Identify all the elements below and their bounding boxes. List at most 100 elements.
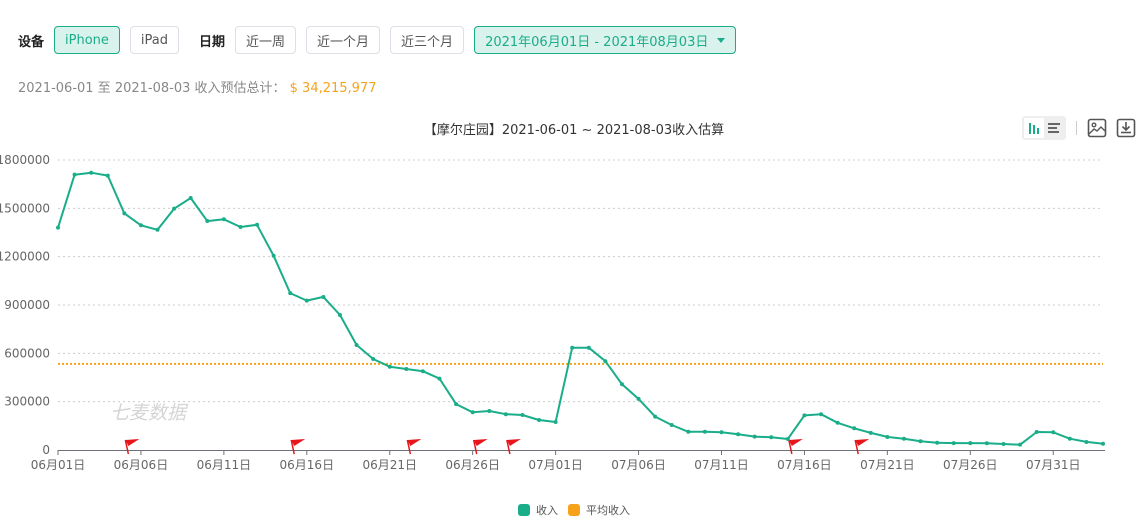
y-tick-label: 1200000: [0, 250, 50, 264]
data-point: [304, 298, 309, 303]
revenue-line-chart: 0 300000 600000 900000 1200000 1500000 1800000…: [0, 153, 1105, 472]
data-point: [553, 419, 558, 424]
event-flags: [124, 439, 870, 455]
data-point: [819, 412, 824, 417]
data-point: [188, 196, 193, 201]
data-point: [968, 441, 973, 446]
x-tick-label: 06月26日: [445, 458, 500, 472]
x-tick-label: 07月31日: [1026, 458, 1081, 472]
chart-legend: 收入 平均收入: [0, 502, 1148, 518]
y-tick-label: 1500000: [0, 201, 50, 215]
data-point: [387, 364, 392, 369]
event-flag: [472, 439, 488, 455]
y-tick-label: 1800000: [0, 153, 50, 167]
y-tick-label: 900000: [4, 298, 50, 312]
data-point: [785, 437, 790, 442]
data-point: [686, 429, 691, 434]
flag-icon: [788, 439, 803, 446]
data-point: [238, 225, 243, 230]
event-flag: [506, 439, 521, 455]
legend-swatch-revenue: [518, 504, 530, 516]
data-point: [752, 434, 757, 439]
x-tick-label: 07月26日: [943, 458, 998, 472]
data-point: [736, 432, 741, 437]
data-point: [537, 418, 542, 423]
data-point: [702, 429, 707, 434]
data-point: [586, 345, 591, 350]
data-point: [570, 345, 575, 350]
event-flag: [290, 439, 306, 455]
data-point: [1034, 429, 1039, 434]
x-tick-label: 07月16日: [777, 458, 832, 472]
event-flag: [124, 439, 140, 455]
event-flag: [788, 439, 803, 455]
data-point: [868, 430, 873, 435]
x-axis: 06月01日 06月06日 06月11日 06月16日 06月21日 06月26日 07月0…: [31, 450, 1105, 472]
legend-swatch-average: [568, 504, 580, 516]
data-point: [669, 423, 674, 428]
flag-icon: [473, 439, 488, 446]
legend-item-revenue[interactable]: 收入: [518, 502, 558, 518]
flag-icon: [291, 439, 306, 446]
data-point: [122, 211, 127, 216]
x-tick-label: 06月11日: [197, 458, 252, 472]
data-point: [1051, 430, 1056, 435]
data-point: [437, 376, 442, 381]
data-point: [653, 414, 658, 419]
event-flag: [854, 439, 870, 455]
data-point: [172, 206, 177, 211]
data-point: [221, 217, 226, 222]
data-point: [769, 435, 774, 440]
data-point: [321, 294, 326, 299]
data-point: [89, 170, 94, 175]
revenue-series: [56, 170, 1105, 447]
data-point: [72, 172, 77, 177]
data-point: [918, 439, 923, 444]
data-point: [520, 413, 525, 418]
data-point: [354, 342, 359, 347]
legend-label-average: 平均收入: [586, 504, 630, 517]
x-tick-label: 06月16日: [280, 458, 335, 472]
y-tick-label: 300000: [4, 395, 50, 409]
data-point: [337, 312, 342, 317]
y-tick-label: 0: [42, 443, 50, 457]
x-tick-label: 07月11日: [694, 458, 749, 472]
flag-icon: [407, 439, 422, 446]
data-point: [1001, 442, 1006, 447]
y-axis: 0 300000 600000 900000 1200000 1500000 1800000: [0, 153, 50, 457]
data-point: [155, 227, 160, 232]
data-point: [719, 430, 724, 435]
flag-icon: [125, 439, 140, 446]
data-point: [885, 434, 890, 439]
x-tick-label: 07月01日: [528, 458, 583, 472]
x-tick-label: 06月01日: [31, 458, 86, 472]
data-point: [470, 410, 475, 415]
data-point: [901, 436, 906, 441]
data-point: [56, 225, 60, 230]
data-point: [852, 426, 857, 431]
data-point: [288, 291, 293, 296]
data-point: [371, 356, 376, 361]
data-point: [951, 441, 956, 446]
data-point: [935, 440, 940, 445]
x-tick-label: 06月06日: [114, 458, 169, 472]
flag-icon: [506, 439, 521, 446]
data-point: [420, 369, 425, 374]
x-tick-label: 07月06日: [611, 458, 666, 472]
data-point: [802, 413, 807, 418]
data-point: [1067, 436, 1072, 441]
data-point: [835, 420, 840, 425]
event-flag: [406, 439, 422, 455]
data-point: [1101, 441, 1105, 446]
legend-label-revenue: 收入: [536, 504, 558, 517]
data-point: [454, 402, 459, 407]
data-point: [205, 219, 210, 224]
data-point: [984, 441, 989, 446]
data-point: [619, 382, 624, 387]
data-point: [404, 366, 409, 371]
data-point: [1018, 442, 1023, 447]
data-point: [636, 396, 641, 401]
legend-item-average[interactable]: 平均收入: [568, 502, 630, 518]
flag-icon: [855, 439, 870, 446]
data-point: [487, 409, 492, 414]
